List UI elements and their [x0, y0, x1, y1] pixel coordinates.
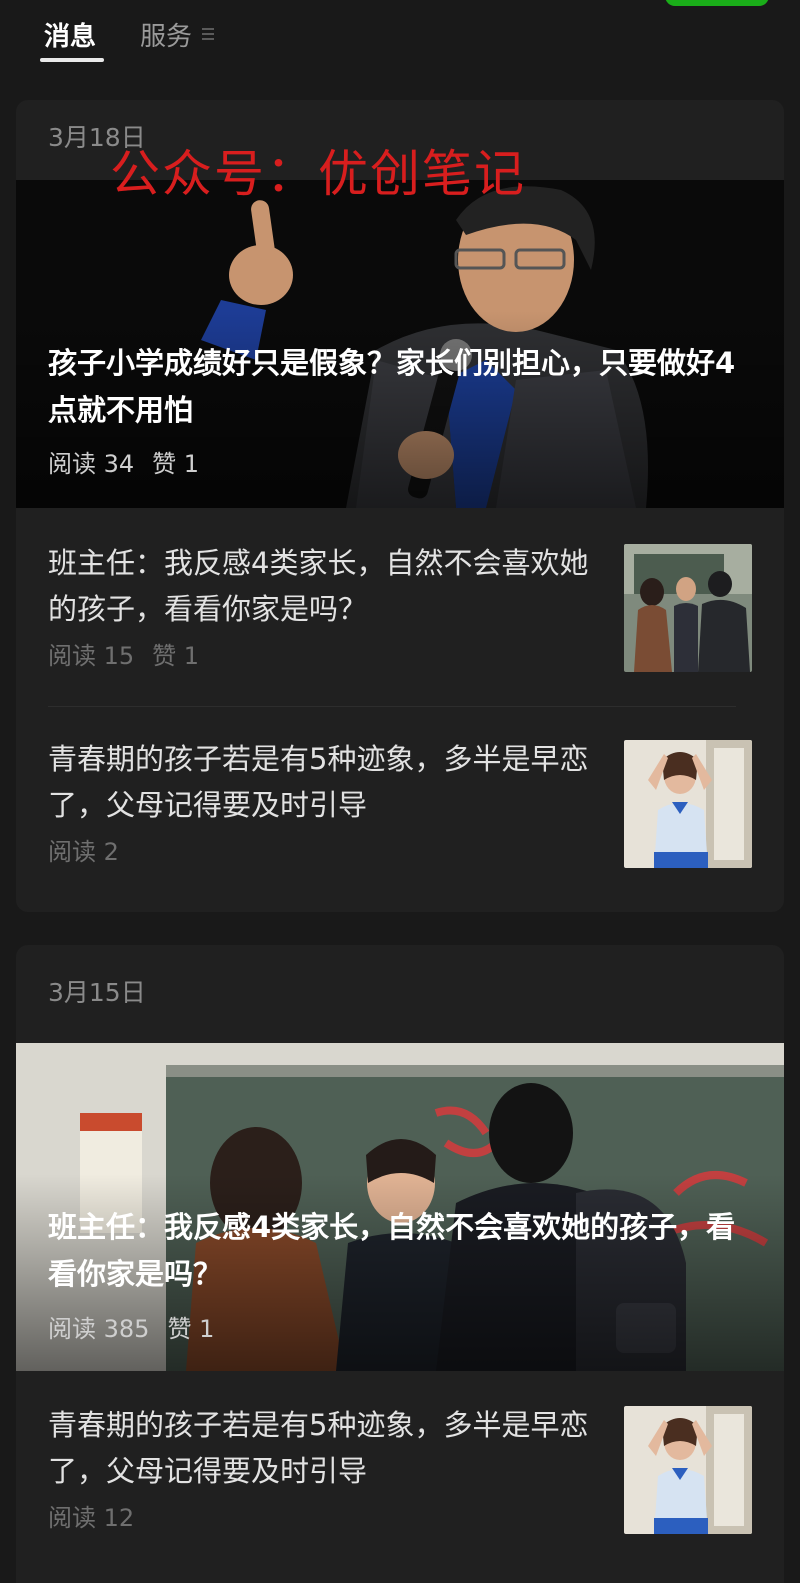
article-stats: 阅读 2: [48, 832, 119, 867]
article-list-item[interactable]: 青春期的孩子若是有5种迹象，多半是早恋了，父母记得要及时引导 阅读 12: [16, 1372, 784, 1568]
article-list-item[interactable]: 班主任：我反感4类家长，自然不会喜欢她的孩子，看看你家是吗？ 阅读 15 赞 1: [16, 510, 784, 706]
watermark: 公众号：优创笔记: [110, 145, 526, 203]
article-title: 班主任：我反感4类家长，自然不会喜欢她的孩子，看看你家是吗？: [48, 546, 589, 626]
article-stats: 阅读 12: [48, 1498, 134, 1533]
read-count: 阅读 2: [48, 838, 119, 866]
hero-title: 班主任：我反感4类家长，自然不会喜欢她的孩子，看看你家是吗？: [48, 1210, 736, 1291]
article-thumbnail: [624, 544, 752, 672]
group-date: 3月15日: [48, 978, 146, 1007]
follow-button[interactable]: [665, 0, 769, 6]
read-count: 阅读 12: [48, 1504, 135, 1532]
hero-article-card[interactable]: 孩子小学成绩好只是假象？家长们别担心，只要做好4点就不用怕 阅读 34 赞 1: [16, 180, 784, 508]
article-title: 青春期的孩子若是有5种迹象，多半是早恋了，父母记得要及时引导: [48, 742, 589, 822]
hero-article-card[interactable]: 班主任：我反感4类家长，自然不会喜欢她的孩子，看看你家是吗？ 阅读 385 赞 1: [16, 1043, 784, 1371]
hero-stats: 阅读 34 赞 1: [48, 444, 199, 479]
hero-title: 孩子小学成绩好只是假象？家长们别担心，只要做好4点就不用怕: [48, 346, 736, 427]
top-tab-bar: 消息 服务: [0, 0, 800, 70]
read-count: 阅读 15: [48, 642, 135, 670]
article-thumbnail: [624, 1406, 752, 1534]
tab-services[interactable]: 服务: [140, 16, 192, 53]
read-count: 阅读 385: [48, 1315, 150, 1343]
article-list-item[interactable]: 青春期的孩子若是有5种迹象，多半是早恋了，父母记得要及时引导 阅读 2: [16, 706, 784, 902]
menu-icon[interactable]: [202, 28, 214, 40]
like-count: 赞 1: [167, 1315, 215, 1343]
article-title: 青春期的孩子若是有5种迹象，多半是早恋了，父母记得要及时引导: [48, 1408, 589, 1488]
tab-messages[interactable]: 消息: [44, 16, 96, 53]
active-tab-indicator: [40, 58, 104, 62]
read-count: 阅读 34: [48, 450, 135, 478]
article-thumbnail: [624, 740, 752, 868]
like-count: 赞 1: [152, 642, 200, 670]
like-count: 赞 1: [152, 450, 200, 478]
hero-stats: 阅读 385 赞 1: [48, 1309, 214, 1344]
article-stats: 阅读 15 赞 1: [48, 636, 199, 671]
